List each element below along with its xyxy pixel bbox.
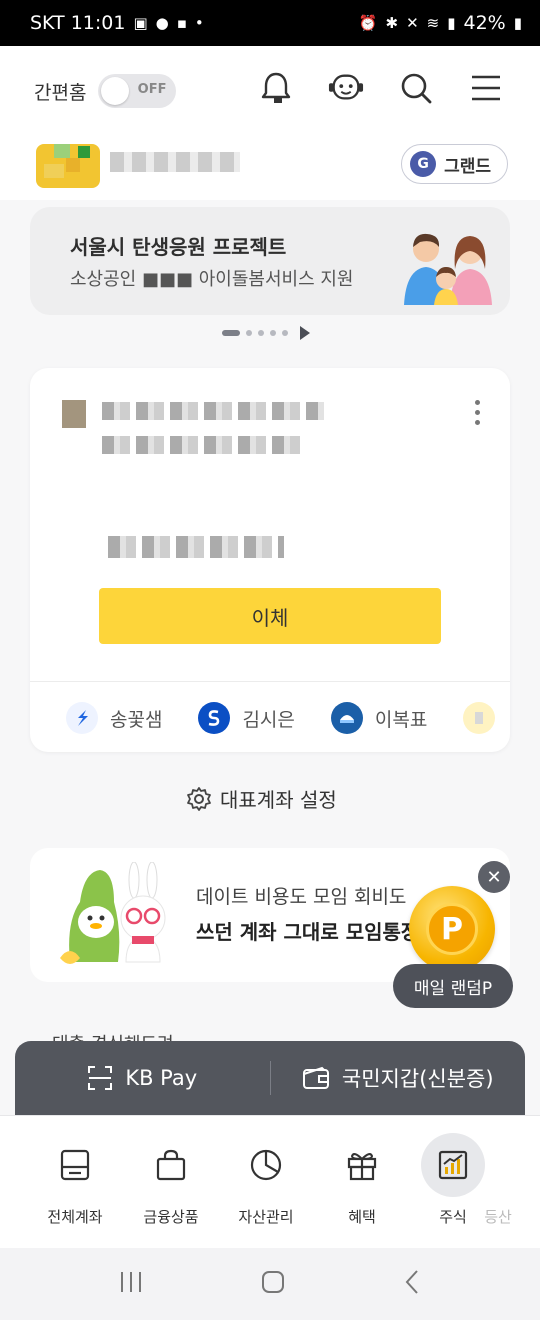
promo-banner[interactable]: 서울시 탄생응원 프로젝트 소상공인 ■■■ 아이돌봄서비스 지원	[30, 207, 510, 315]
nav-hiking-partial[interactable]: 등산	[468, 1138, 528, 1227]
account-number-masked	[102, 436, 304, 454]
kbpay-label: KB Pay	[125, 1066, 198, 1090]
system-nav-bar	[0, 1248, 540, 1320]
battery-percent: 42%	[463, 12, 506, 34]
bottom-nav: 전체계좌 금융상품 자산관리 혜택 주식 등산	[0, 1115, 540, 1248]
family-illustration	[404, 233, 492, 305]
chatbot-icon[interactable]	[328, 70, 364, 106]
bank-icon	[330, 702, 363, 734]
wallet-icon	[302, 1066, 329, 1089]
alarm-icon: ⏰	[358, 14, 378, 32]
balance-masked	[108, 536, 284, 558]
representative-account-setting[interactable]: 대표계좌 설정	[186, 784, 337, 813]
page-dot	[258, 330, 264, 336]
banner-title: 서울시 탄생응원 프로젝트	[70, 235, 287, 259]
divider	[30, 681, 510, 682]
easy-mode-label: 간편홈	[34, 81, 87, 104]
nav-benefits[interactable]: 혜택	[314, 1138, 410, 1227]
kbpay-button[interactable]: KB Pay	[15, 1065, 270, 1091]
shinhan-icon	[198, 702, 231, 734]
easy-mode: 간편홈 OFF	[34, 74, 177, 108]
pay-bar: KB Pay 국민지갑(신분증)	[15, 1041, 525, 1115]
contact-name: 이복표	[374, 708, 428, 731]
wallet-label: 국민지갑(신분증)	[341, 1067, 494, 1091]
representative-account-label: 대표계좌 설정	[220, 788, 337, 812]
dot-icon: •	[194, 14, 204, 32]
page-dot	[270, 330, 276, 336]
scan-icon	[88, 1066, 113, 1090]
character-illustration	[60, 862, 166, 964]
random-point-button[interactable]: 매일 랜덤P	[393, 964, 513, 1008]
profile-name-masked	[110, 152, 240, 172]
bluetooth-icon: ✱	[385, 14, 399, 32]
wifi-icon: ≋	[426, 14, 440, 32]
play-icon[interactable]	[300, 326, 310, 340]
pie-chart-icon	[239, 1138, 293, 1192]
contact-item[interactable]: 김시은	[198, 702, 295, 734]
grade-label: 그랜드	[444, 156, 491, 177]
random-point-coin[interactable]: P	[409, 886, 495, 972]
account-name-masked	[102, 402, 324, 420]
contact-item[interactable]: 송꽃샘	[66, 702, 162, 734]
flag-icon: ▪	[176, 14, 187, 32]
shopping-bag-icon	[144, 1138, 198, 1192]
bell-icon[interactable]	[258, 70, 294, 106]
recent-contacts: 송꽃샘 김시은 이복표	[66, 702, 496, 734]
toggle-state: OFF	[137, 82, 167, 97]
bank-icon	[66, 702, 98, 734]
banner-pagination[interactable]	[222, 326, 310, 340]
nav-label: 금융상품	[143, 1208, 199, 1226]
wallet-button[interactable]: 국민지갑(신분증)	[271, 1063, 526, 1093]
nav-financial-products[interactable]: 금융상품	[123, 1138, 219, 1227]
home-icon[interactable]	[260, 1269, 286, 1299]
page-dot-active	[222, 330, 240, 336]
transfer-button[interactable]: 이체	[99, 588, 441, 644]
page-dot	[282, 330, 288, 336]
mute-icon: ✕	[406, 14, 419, 32]
contact-name: 송꽃샘	[110, 708, 163, 731]
talk-icon: ●	[155, 14, 169, 32]
grade-letter: G	[410, 151, 437, 177]
back-icon[interactable]	[402, 1269, 422, 1299]
nav-all-accounts[interactable]: 전체계좌	[27, 1138, 123, 1227]
contact-item-partial[interactable]	[463, 702, 496, 734]
account-card: 이체 송꽃샘 김시은 이복표	[30, 368, 510, 752]
nav-label: 등산	[484, 1208, 512, 1226]
avatar[interactable]	[36, 144, 100, 188]
nav-label: 주식	[439, 1208, 467, 1226]
contact-item[interactable]: 이복표	[330, 702, 428, 734]
search-icon[interactable]	[398, 70, 434, 106]
nav-label: 자산관리	[238, 1208, 294, 1226]
contact-name: 김시은	[242, 708, 295, 731]
promo-line2: 쓰던 계좌 그대로 모임통장	[196, 920, 420, 944]
battery-icon: ▮	[513, 14, 522, 32]
app-header: 간편홈 OFF	[0, 46, 540, 134]
promo-line1: 데이트 비용도 모임 회비도	[196, 886, 407, 908]
grade-badge[interactable]: G 그랜드	[401, 144, 508, 184]
point-icon: P	[426, 903, 478, 955]
recent-apps-icon[interactable]	[118, 1270, 144, 1298]
bank-logo-masked	[62, 400, 86, 428]
nav-label: 혜택	[348, 1208, 376, 1226]
signal-icon: ▮	[447, 14, 456, 32]
account-book-icon	[48, 1138, 102, 1192]
profile-row: G 그랜드	[0, 134, 540, 200]
gift-icon	[335, 1138, 389, 1192]
bank-icon	[463, 702, 496, 734]
banner-subtitle: 소상공인 ■■■ 아이돌봄서비스 지원	[70, 269, 354, 290]
toggle-knob	[101, 77, 130, 105]
easy-mode-toggle[interactable]: OFF	[98, 74, 177, 108]
status-bar: SKT 11:01 ▣ ● ▪ • ⏰ ✱ ✕ ≋ ▮ 42% ▮	[0, 0, 540, 46]
menu-icon[interactable]	[468, 70, 504, 106]
carrier-time: SKT 11:01	[30, 12, 126, 34]
more-icon[interactable]	[475, 400, 480, 425]
nav-label: 전체계좌	[47, 1208, 103, 1226]
gallery-icon: ▣	[133, 14, 148, 32]
page-dot	[246, 330, 252, 336]
nav-asset-management[interactable]: 자산관리	[218, 1138, 314, 1227]
close-icon[interactable]: ✕	[478, 861, 510, 893]
gear-icon	[187, 786, 211, 811]
